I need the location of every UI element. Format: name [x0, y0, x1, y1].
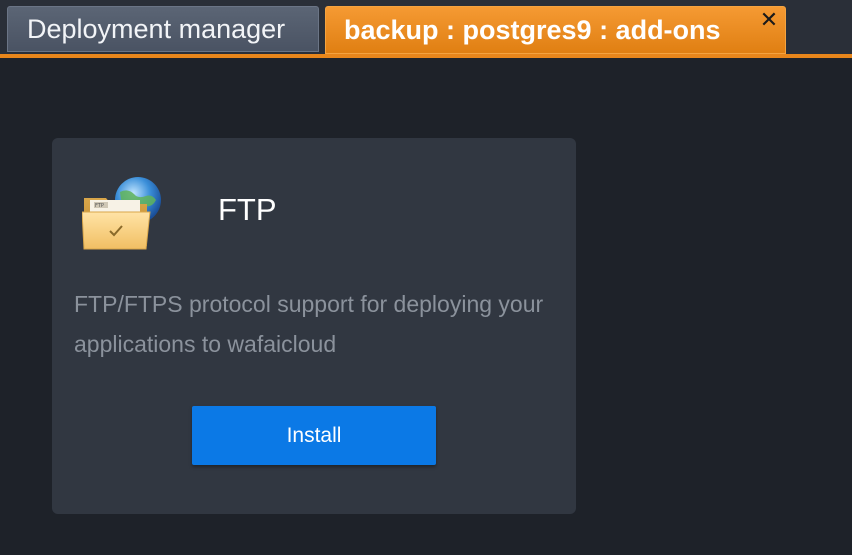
- ftp-folder-globe-icon: FTP: [82, 177, 161, 250]
- addons-panel: FTP FTP FTP/FTPS protocol support for de…: [0, 58, 852, 555]
- close-icon[interactable]: ✕: [759, 9, 779, 31]
- tab-bar: Deployment manager backup : postgres9 : …: [0, 0, 852, 54]
- tab-backup-addons[interactable]: backup : postgres9 : add-ons ✕: [325, 6, 786, 54]
- install-button[interactable]: Install: [192, 406, 436, 465]
- addon-description: FTP/FTPS protocol support for deploying …: [74, 291, 544, 357]
- ftp-icon-text: FTP: [95, 203, 104, 209]
- tab-deployment-manager[interactable]: Deployment manager: [7, 6, 319, 52]
- tab-label: Deployment manager: [27, 13, 286, 44]
- addon-title: FTP: [218, 192, 277, 227]
- tab-label: backup : postgres9 : add-ons: [344, 14, 721, 45]
- addon-card: FTP FTP FTP/FTPS protocol support for de…: [52, 138, 576, 514]
